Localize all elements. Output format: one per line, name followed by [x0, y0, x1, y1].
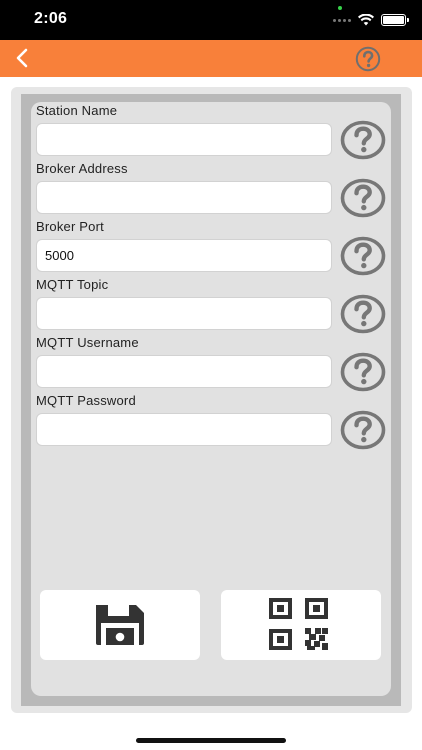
broker-port-input[interactable] — [36, 239, 332, 272]
battery-icon — [381, 14, 409, 26]
mqtt-password-help-icon[interactable] — [340, 410, 386, 450]
station-name-input[interactable] — [36, 123, 332, 156]
cellular-signal-icon — [333, 18, 351, 22]
mqtt-password-input[interactable] — [36, 413, 332, 446]
mqtt-username-label: MQTT Username — [36, 335, 139, 350]
broker-address-input[interactable] — [36, 181, 332, 214]
mqtt-topic-help-icon[interactable] — [340, 294, 386, 334]
station-name-help-icon[interactable] — [340, 120, 386, 160]
mqtt-username-input[interactable] — [36, 355, 332, 388]
status-bar: 2:06 — [0, 0, 422, 40]
floppy-disk-icon — [96, 605, 144, 645]
broker-address-label: Broker Address — [36, 161, 128, 176]
save-button[interactable] — [40, 590, 200, 660]
nav-bar — [0, 40, 422, 77]
broker-port-label: Broker Port — [36, 219, 104, 234]
help-icon[interactable] — [354, 46, 382, 72]
mqtt-password-label: MQTT Password — [36, 393, 136, 408]
chevron-left-icon — [16, 48, 28, 68]
status-time: 2:06 — [34, 10, 68, 27]
home-indicator[interactable] — [136, 738, 286, 743]
station-name-label: Station Name — [36, 103, 118, 118]
mqtt-topic-input[interactable] — [36, 297, 332, 330]
status-icons — [333, 10, 409, 30]
broker-address-help-icon[interactable] — [340, 178, 386, 218]
back-button[interactable] — [8, 44, 36, 72]
mqtt-topic-label: MQTT Topic — [36, 277, 109, 292]
qr-code-icon — [269, 598, 328, 650]
mqtt-username-help-icon[interactable] — [340, 352, 386, 392]
wifi-icon — [358, 14, 374, 26]
scan-qr-button[interactable] — [221, 590, 381, 660]
broker-port-help-icon[interactable] — [340, 236, 386, 276]
